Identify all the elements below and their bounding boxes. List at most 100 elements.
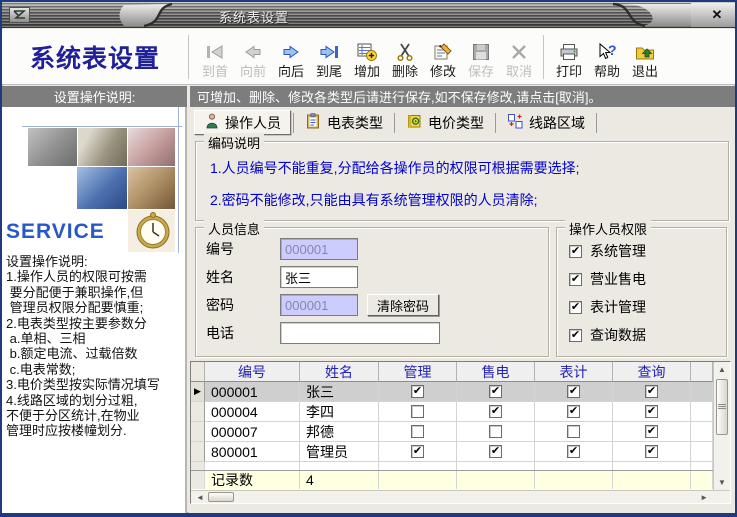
table-row[interactable]: 000007邦德 ✔: [191, 422, 713, 442]
checkbox-checked[interactable]: ✔: [645, 385, 658, 398]
cell-id[interactable]: 000007: [205, 422, 300, 442]
checkbox-checked[interactable]: ✔: [569, 245, 582, 258]
close-button[interactable]: ✕: [708, 6, 726, 24]
cell-name[interactable]: 张三: [300, 382, 379, 402]
cell-flag[interactable]: ✔: [379, 442, 457, 462]
tab-meter-type[interactable]: 电表类型: [296, 110, 392, 135]
password-field[interactable]: [280, 294, 358, 316]
cell-filler: [691, 402, 713, 422]
add-record-button[interactable]: 增加: [348, 32, 386, 82]
table-row[interactable]: ▶000001张三✔✔✔✔: [191, 382, 713, 402]
print-icon: [558, 40, 580, 64]
checkbox-checked[interactable]: ✔: [569, 301, 582, 314]
header-bars: 设置操作说明: 可增加、删除、修改各类型后请进行保存,如不保存修改,请点击[取消…: [2, 86, 735, 107]
cell-flag[interactable]: ✔: [457, 382, 535, 402]
column-header[interactable]: 查询: [613, 362, 691, 382]
checkbox-checked[interactable]: ✔: [489, 405, 502, 418]
checkbox-checked[interactable]: ✔: [411, 385, 424, 398]
cancel-button[interactable]: 取消: [500, 32, 538, 82]
cell-id[interactable]: 000004: [205, 402, 300, 422]
checkbox-checked[interactable]: ✔: [411, 445, 424, 458]
modify-record-button[interactable]: 修改: [424, 32, 462, 82]
permission-sales[interactable]: ✔ 营业售电: [569, 269, 646, 289]
cell-flag[interactable]: [457, 422, 535, 442]
checkbox-unchecked[interactable]: [411, 405, 424, 418]
id-label: 编号: [206, 239, 280, 259]
checkbox-checked[interactable]: ✔: [645, 445, 658, 458]
main-content: 操作人员 电表类型 电价类型 线路区域: [189, 107, 735, 513]
cell-flag[interactable]: ✔: [457, 442, 535, 462]
checkbox-checked[interactable]: ✔: [645, 405, 658, 418]
cell-id[interactable]: 000001: [205, 382, 300, 402]
tab-operators[interactable]: 操作人员: [194, 110, 291, 135]
horizontal-scroll-thumb[interactable]: [208, 492, 234, 502]
cell-flag[interactable]: ✔: [535, 442, 613, 462]
cell-name[interactable]: 邦德: [300, 422, 379, 442]
table-row[interactable]: 800001管理员 ✔ ✔ ✔ ✔: [191, 442, 713, 462]
cell-flag[interactable]: ✔: [379, 382, 457, 402]
scroll-down-icon[interactable]: ▼: [714, 478, 730, 487]
cell-flag[interactable]: [379, 422, 457, 442]
vertical-scroll-thumb[interactable]: [716, 379, 728, 435]
password-label: 密码: [206, 295, 280, 315]
scroll-left-icon[interactable]: ◄: [196, 491, 204, 503]
checkbox-checked[interactable]: ✔: [567, 445, 580, 458]
checkbox-unchecked[interactable]: [411, 425, 424, 438]
photo-tools: [28, 128, 77, 166]
permission-query[interactable]: ✔ 查询数据: [569, 325, 646, 345]
cell-flag[interactable]: ✔: [535, 382, 613, 402]
checkbox-checked[interactable]: ✔: [489, 445, 502, 458]
cell-flag[interactable]: ✔: [613, 382, 691, 402]
column-header[interactable]: 表计: [535, 362, 613, 382]
cell-flag[interactable]: ✔: [535, 402, 613, 422]
tab-price-type[interactable]: 电价类型: [397, 110, 493, 135]
save-button[interactable]: 保存: [462, 32, 500, 82]
cell-flag[interactable]: ✔: [613, 422, 691, 442]
scroll-up-icon[interactable]: ▲: [714, 365, 730, 374]
column-header[interactable]: 售电: [457, 362, 535, 382]
checkbox-checked[interactable]: ✔: [645, 425, 658, 438]
scroll-right-icon[interactable]: ►: [700, 491, 708, 503]
permission-meter[interactable]: ✔ 表计管理: [569, 297, 646, 317]
delete-record-button[interactable]: 删除: [386, 32, 424, 82]
cell-flag[interactable]: ✔: [613, 442, 691, 462]
goto-first-button[interactable]: 到首: [196, 32, 234, 82]
coding-notes-group: 编码说明 1.人员编号不能重复,分配给各操作员的权限可根据需要选择; 2.密码不…: [195, 141, 729, 221]
checkbox-checked[interactable]: ✔: [569, 273, 582, 286]
cell-flag[interactable]: [379, 402, 457, 422]
table-row[interactable]: 000004李四 ✔ ✔ ✔: [191, 402, 713, 422]
id-field[interactable]: [280, 238, 358, 260]
print-button[interactable]: 打印: [550, 32, 588, 82]
exit-button[interactable]: 退出: [626, 32, 664, 82]
sidebar: SERVICE 设置操作说明:1.操作人员的权限可按需 要分配便于兼职操作,但 …: [2, 107, 187, 513]
cell-id[interactable]: 800001: [205, 442, 300, 462]
checkbox-checked[interactable]: ✔: [569, 329, 582, 342]
cell-flag[interactable]: ✔: [457, 402, 535, 422]
column-header[interactable]: 编号: [205, 362, 300, 382]
permission-system[interactable]: ✔ 系统管理: [569, 241, 646, 261]
checkbox-checked[interactable]: ✔: [567, 405, 580, 418]
name-field[interactable]: [280, 266, 358, 288]
checkbox-unchecked[interactable]: [567, 425, 580, 438]
go-previous-button[interactable]: 向前: [234, 32, 272, 82]
column-header[interactable]: 姓名: [300, 362, 379, 382]
tab-line-area[interactable]: 线路区域: [498, 110, 594, 135]
go-next-button[interactable]: 向后: [272, 32, 310, 82]
cell-name[interactable]: 管理员: [300, 442, 379, 462]
goto-last-button[interactable]: 到尾: [310, 32, 348, 82]
checkbox-checked[interactable]: ✔: [489, 385, 502, 398]
instruction-line: 1.操作人员的权限可按需: [6, 269, 160, 284]
help-button[interactable]: ? 帮助: [588, 32, 626, 82]
clear-password-button[interactable]: 清除密码: [367, 294, 439, 316]
vertical-scrollbar[interactable]: ▲ ▼: [713, 362, 730, 490]
cell-flag[interactable]: [535, 422, 613, 442]
cell-name[interactable]: 李四: [300, 402, 379, 422]
checkbox-unchecked[interactable]: [489, 425, 502, 438]
tab-separator: [495, 113, 496, 133]
phone-field[interactable]: [280, 322, 440, 344]
column-header[interactable]: 管理: [379, 362, 457, 382]
horizontal-scrollbar[interactable]: ◄ ►: [191, 490, 730, 503]
cell-flag[interactable]: ✔: [613, 402, 691, 422]
instruction-line: 2.电表类型按主要参数分: [6, 316, 160, 331]
checkbox-checked[interactable]: ✔: [567, 385, 580, 398]
